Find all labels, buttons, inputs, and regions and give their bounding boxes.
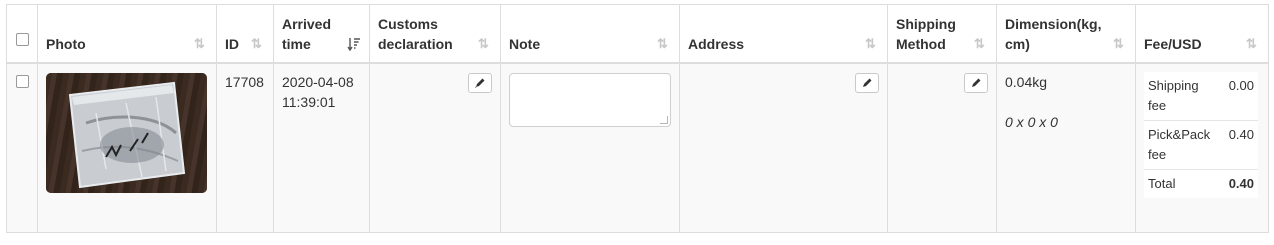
column-header-note[interactable]: Note ⇅ bbox=[500, 4, 680, 64]
fee-label-line1: Pick&Pack bbox=[1148, 126, 1211, 142]
table-header-row: Photo ⇅ ID ⇅ Arrived time Customs declar… bbox=[6, 4, 1269, 64]
parcel-id: 17708 bbox=[225, 73, 264, 90]
dimension-cell: 0.04kg 0 x 0 x 0 bbox=[996, 62, 1136, 233]
column-header-fee[interactable]: Fee/USD ⇅ bbox=[1135, 4, 1269, 64]
parcels-table: Photo ⇅ ID ⇅ Arrived time Customs declar… bbox=[6, 4, 1269, 233]
sort-icon[interactable]: ⇅ bbox=[657, 36, 671, 52]
column-header-label-line1: Shipping bbox=[896, 15, 956, 32]
column-header-id[interactable]: ID ⇅ bbox=[216, 4, 274, 64]
note-cell bbox=[500, 62, 680, 233]
parcel-weight: 0.04kg bbox=[1005, 73, 1048, 90]
customs-declaration-cell bbox=[369, 62, 501, 233]
column-header-dimension[interactable]: Dimension(kg, cm) ⇅ bbox=[996, 4, 1136, 64]
column-header-label: Fee/USD bbox=[1144, 35, 1202, 52]
pencil-icon bbox=[972, 78, 981, 87]
column-header-label-line1: Customs bbox=[378, 15, 438, 32]
edit-address-button[interactable] bbox=[855, 72, 879, 93]
edit-customs-button[interactable] bbox=[468, 72, 492, 93]
sort-icon[interactable]: ⇅ bbox=[251, 36, 265, 52]
column-header-label-line2: cm) bbox=[1005, 35, 1030, 52]
fee-label-line2: fee bbox=[1148, 97, 1167, 113]
parcels-table-wrapper: Photo ⇅ ID ⇅ Arrived time Customs declar… bbox=[6, 4, 1269, 233]
address-cell bbox=[679, 62, 888, 233]
column-header-arrived-time[interactable]: Arrived time bbox=[273, 4, 370, 64]
resize-grip-icon[interactable] bbox=[660, 115, 668, 124]
fee-total-label: Total bbox=[1144, 169, 1218, 198]
column-header-label-line1: Arrived bbox=[282, 15, 332, 32]
pencil-icon bbox=[863, 78, 872, 87]
fee-amount: 0.00 bbox=[1218, 71, 1258, 121]
sort-icon[interactable]: ⇅ bbox=[865, 36, 879, 52]
column-header-address[interactable]: Address ⇅ bbox=[679, 4, 888, 64]
fee-label: Pick&Pack fee bbox=[1144, 120, 1218, 170]
select-all-header bbox=[6, 4, 38, 64]
fee-amount: 0.40 bbox=[1218, 120, 1258, 170]
fee-label-line2: fee bbox=[1148, 146, 1167, 162]
arrived-date: 2020-04-08 bbox=[282, 73, 354, 90]
sort-descending-icon[interactable] bbox=[347, 36, 361, 52]
sort-icon[interactable]: ⇅ bbox=[478, 36, 492, 52]
edit-shipping-method-button[interactable] bbox=[964, 72, 988, 93]
fee-total-row: Total 0.40 bbox=[1144, 169, 1258, 198]
column-header-photo[interactable]: Photo ⇅ bbox=[37, 4, 217, 64]
parcel-size: 0 x 0 x 0 bbox=[1005, 113, 1058, 130]
column-header-shipping-method[interactable]: Shipping Method ⇅ bbox=[887, 4, 997, 64]
table-row: 17708 2020-04-08 11:39:01 0.04kg 0 x 0 x… bbox=[6, 62, 1269, 233]
id-cell: 17708 bbox=[216, 62, 274, 233]
shipping-method-cell bbox=[887, 62, 997, 233]
note-textarea[interactable] bbox=[509, 72, 671, 127]
sort-icon[interactable]: ⇅ bbox=[1246, 36, 1260, 52]
sort-icon[interactable]: ⇅ bbox=[974, 36, 988, 52]
parcel-bag-graphic bbox=[68, 81, 186, 188]
sort-icon[interactable]: ⇅ bbox=[1113, 36, 1127, 52]
fee-label: Shipping fee bbox=[1144, 71, 1218, 121]
column-header-label-line1: Dimension(kg, bbox=[1005, 15, 1102, 32]
sort-icon[interactable]: ⇅ bbox=[194, 36, 208, 52]
column-header-label-line2: declaration bbox=[378, 35, 453, 52]
fee-cell: Shipping fee 0.00 Pick&Pack fee 0.40 Tot… bbox=[1135, 62, 1269, 233]
parcel-photo[interactable] bbox=[46, 72, 207, 193]
fee-total-amount: 0.40 bbox=[1218, 169, 1258, 198]
photo-cell bbox=[37, 62, 217, 233]
column-header-label: Address bbox=[688, 35, 745, 52]
column-header-customs-declaration[interactable]: Customs declaration ⇅ bbox=[369, 4, 501, 64]
row-select-cell bbox=[6, 62, 38, 233]
column-header-label: Photo bbox=[46, 35, 86, 52]
fee-row: Pick&Pack fee 0.40 bbox=[1144, 120, 1258, 170]
select-all-checkbox[interactable] bbox=[15, 33, 29, 47]
fee-breakdown-table: Shipping fee 0.00 Pick&Pack fee 0.40 Tot… bbox=[1144, 71, 1258, 198]
arrived-clock: 11:39:01 bbox=[282, 93, 336, 110]
pencil-icon bbox=[475, 78, 485, 88]
fee-label-line1: Shipping bbox=[1148, 77, 1199, 93]
fee-row: Shipping fee 0.00 bbox=[1144, 71, 1258, 121]
column-header-label: Note bbox=[509, 35, 541, 52]
arrived-time-cell: 2020-04-08 11:39:01 bbox=[273, 62, 370, 233]
row-select-checkbox[interactable] bbox=[15, 74, 29, 88]
